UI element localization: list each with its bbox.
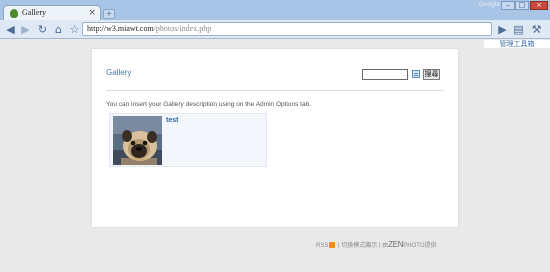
forward-icon[interactable]: ▶ [19, 23, 32, 36]
reload-icon[interactable]: ↻ [36, 23, 49, 36]
footer: RSS | 切換模式顯示 | 由ZENPHOTO提供 [316, 240, 437, 249]
gallery-container: Gallery 搜尋 You can insert your Gallery d… [92, 49, 458, 227]
gallery-description: You can insert your Gallery description … [106, 101, 311, 108]
tab-title: Gallery [22, 8, 46, 17]
minimize-button[interactable]: – [501, 1, 515, 10]
new-tab-button[interactable]: + [103, 9, 115, 19]
header-divider [106, 90, 444, 91]
tab-close-icon[interactable]: × [88, 7, 96, 19]
search-button[interactable]: 搜尋 [423, 69, 440, 80]
url-domain: http://w3.miawt.com [87, 24, 154, 33]
go-icon[interactable]: ▶ [496, 23, 509, 36]
rss-icon[interactable] [329, 242, 336, 248]
gallery-title[interactable]: Gallery [106, 68, 131, 77]
admin-toolbox-link[interactable]: 管理工具箱 [484, 40, 550, 48]
url-path: /photos/index.php [153, 24, 212, 33]
address-bar[interactable]: http://w3.miawt.com/photos/index.php [82, 22, 492, 36]
browser-toolbar: ◀ ▶ ↻ ⌂ ☆ http://w3.miawt.com/photos/ind… [0, 20, 550, 39]
footer-separator: | 由 [377, 243, 389, 249]
album-title[interactable]: test [166, 117, 178, 124]
page-menu-icon[interactable]: ▤ [512, 23, 525, 36]
browser-tab[interactable]: Gallery × [3, 5, 101, 21]
browser-titlebar: Gallery × + Google – □ × [0, 0, 550, 21]
zenphoto-photo[interactable]: PHOTO [403, 243, 424, 249]
close-window-button[interactable]: × [530, 1, 548, 10]
album-card[interactable]: test [109, 113, 267, 167]
powered-by-text: 提供 [424, 243, 437, 249]
star-icon[interactable]: ☆ [68, 23, 81, 36]
wrench-menu-icon[interactable]: ⚒ [530, 23, 543, 36]
back-icon[interactable]: ◀ [4, 23, 17, 36]
rss-link[interactable]: RSS [316, 243, 328, 249]
favicon-icon [10, 9, 18, 18]
zenphoto-logo[interactable]: ZEN [388, 240, 403, 249]
google-label: Google [479, 1, 501, 8]
home-icon[interactable]: ⌂ [52, 23, 65, 36]
view-mode-link[interactable]: 切換模式顯示 [341, 243, 377, 249]
album-thumbnail[interactable] [113, 116, 162, 165]
search-input[interactable] [362, 69, 408, 80]
search-options-icon[interactable] [412, 70, 420, 78]
maximize-button[interactable]: □ [515, 1, 529, 10]
pug-photo-icon [113, 116, 162, 165]
